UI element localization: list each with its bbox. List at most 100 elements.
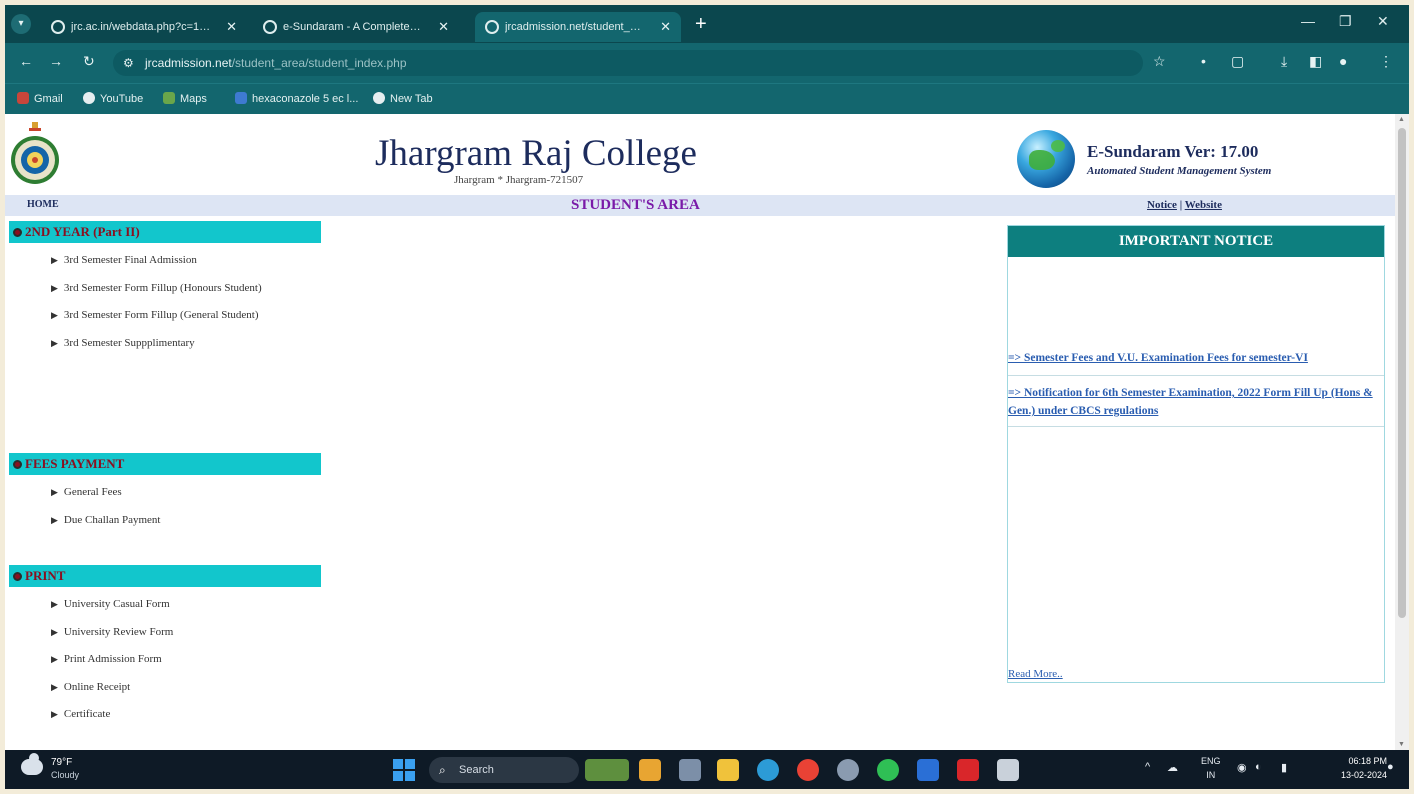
minimize-icon[interactable]: —: [1301, 13, 1315, 29]
restore-icon[interactable]: ❐: [1339, 13, 1352, 30]
new-tab-button[interactable]: +: [695, 14, 707, 34]
sidebar-item-due-challan[interactable]: ▶ Due Challan Payment: [9, 507, 321, 535]
globe-icon: [83, 92, 95, 104]
bullet-icon: [13, 460, 22, 469]
arrow-right-icon: ▶: [51, 282, 58, 293]
widgets-icon[interactable]: [585, 759, 629, 781]
arrow-right-icon: ▶: [51, 255, 58, 265]
sidebar-item-review-form[interactable]: ▶ University Review Form: [9, 619, 321, 647]
website-link[interactable]: Website: [1185, 199, 1222, 211]
battery-icon[interactable]: ▮: [1281, 761, 1287, 774]
sidebar-item-general-fees[interactable]: ▶ General Fees: [9, 479, 321, 507]
arrow-right-icon: ▶: [51, 487, 58, 497]
side-panel-icon[interactable]: ◧: [1309, 53, 1322, 70]
bookmark-star-icon[interactable]: ☆: [1153, 53, 1166, 70]
sidebar-item-form-fillup-honours[interactable]: ▶ 3rd Semester Form Fillup (Honours Stude…: [9, 275, 299, 303]
section-header: 2ND YEAR (Part II): [9, 221, 321, 243]
edge-icon[interactable]: [757, 759, 779, 781]
tab-student-area[interactable]: jrcadmission.net/student_area ✕: [475, 12, 681, 42]
sidebar-item-casual-form[interactable]: ▶ University Casual Form: [9, 591, 321, 619]
college-address: Jhargram * Jhargram-721507: [454, 174, 584, 186]
notice-link[interactable]: Notice: [1147, 199, 1177, 211]
windows-start-icon[interactable]: [393, 759, 415, 781]
weather-widget[interactable]: 79°F Cloudy: [21, 753, 111, 785]
sidebar-item-supplementary[interactable]: ▶ 3rd Semester Suppplimentary: [9, 330, 321, 358]
close-icon[interactable]: ✕: [438, 12, 449, 42]
tab-title: jrcadmission.net/student_area: [505, 21, 645, 33]
bookmark-new-tab[interactable]: New Tab: [373, 92, 433, 105]
weather-condition: Cloudy: [51, 770, 80, 780]
volume-icon[interactable]: ◐: [1255, 761, 1262, 773]
section-header: PRINT: [9, 565, 321, 587]
app-icon[interactable]: [639, 759, 661, 781]
sidebar-item-final-admission[interactable]: ▶ 3rd Semester Final Admission: [9, 247, 321, 275]
sidebar-item-online-receipt[interactable]: ▶ Online Receipt: [9, 674, 321, 702]
close-icon[interactable]: ✕: [660, 12, 671, 42]
notice-item[interactable]: => Semester Fees and V.U. Examination Fe…: [1008, 349, 1384, 367]
close-icon[interactable]: ✕: [226, 12, 237, 42]
system-clock[interactable]: 06:18 PM 13-02-2024: [1341, 754, 1387, 782]
maps-icon: [163, 92, 175, 104]
sidebar-section-2nd-year: 2ND YEAR (Part II) ▶ 3rd Semester Final A…: [9, 221, 321, 441]
bookmark-youtube[interactable]: YouTube: [83, 92, 143, 105]
bookmark-hexaconazole[interactable]: hexaconazole 5 ec l...: [235, 92, 358, 105]
taskbar-search[interactable]: ⌕ Search: [429, 757, 579, 783]
store-icon[interactable]: [917, 759, 939, 781]
sidebar-item-form-fillup-general[interactable]: ▶ 3rd Semester Form Fillup (General Stude…: [9, 302, 299, 330]
scroll-down-icon[interactable]: ▼: [1398, 741, 1405, 748]
menu-bar: HOME STUDENT'S AREA Notice | Website: [5, 195, 1395, 216]
extensions-icon[interactable]: ▢: [1231, 53, 1244, 70]
tab-jrc-webdata[interactable]: jrc.ac.in/webdata.php?c=1476: ✕: [41, 12, 247, 42]
tab-search-icon[interactable]: ▾: [11, 14, 31, 34]
wifi-icon[interactable]: ◉: [1237, 761, 1247, 774]
arrow-right-icon: ▶: [51, 654, 58, 664]
chrome-icon[interactable]: [797, 759, 819, 781]
page-viewport: Jhargram Raj College Jhargram * Jhargram…: [5, 114, 1409, 750]
windows-taskbar: 79°F Cloudy ⌕ Search ^ ☁ ENG IN ◉ ◐ ▮ 06:…: [5, 750, 1409, 789]
extension-dot-icon[interactable]: •: [1201, 53, 1206, 69]
home-link[interactable]: HOME: [27, 199, 59, 210]
sidebar-item-print-admission[interactable]: ▶ Print Admission Form: [9, 646, 321, 674]
scroll-up-icon[interactable]: ▲: [1398, 116, 1405, 123]
college-emblem-icon: [11, 122, 59, 184]
address-domain: jrcadmission.net: [145, 56, 232, 70]
profile-avatar-icon[interactable]: ●: [1339, 53, 1347, 69]
read-more-link[interactable]: Read More..: [1008, 668, 1063, 680]
more-menu-icon[interactable]: ⋮: [1379, 53, 1393, 70]
divider: [1008, 426, 1384, 427]
tab-title: jrc.ac.in/webdata.php?c=1476:: [71, 21, 211, 33]
reload-icon[interactable]: ↻: [83, 53, 95, 70]
language-indicator[interactable]: ENG IN: [1201, 754, 1221, 782]
notification-bell-icon[interactable]: ●: [1387, 761, 1394, 773]
notice-scroller: => Semester Fees and V.U. Examination Fe…: [1008, 257, 1384, 682]
arrow-right-icon: ▶: [51, 310, 58, 320]
settings-gear-icon[interactable]: [837, 759, 859, 781]
bookmark-maps[interactable]: Maps: [163, 92, 207, 105]
top-links: Notice | Website: [1147, 199, 1222, 211]
sidebar-section-fees: FEES PAYMENT ▶ General Fees ▶ Due Challan …: [9, 453, 321, 565]
arrow-right-icon: ▶: [51, 709, 58, 719]
sidebar-section-print: PRINT ▶ University Casual Form ▶ Universit…: [9, 565, 321, 747]
important-notice-panel: IMPORTANT NOTICE => Semester Fees and V.…: [1007, 225, 1385, 683]
document-app-icon[interactable]: [997, 759, 1019, 781]
close-window-icon[interactable]: ✕: [1377, 13, 1389, 30]
bookmark-gmail[interactable]: Gmail: [17, 92, 63, 105]
site-info-icon[interactable]: ⚙: [123, 50, 134, 76]
page-scrollbar[interactable]: ▲ ▼: [1395, 114, 1409, 750]
divider: [1008, 375, 1384, 376]
cloud-tray-icon[interactable]: ☁: [1167, 761, 1178, 774]
address-bar[interactable]: ⚙ jrcadmission.net/student_area/student_…: [113, 50, 1143, 76]
scrollbar-thumb[interactable]: [1398, 128, 1406, 618]
task-view-icon[interactable]: [679, 759, 701, 781]
forward-icon[interactable]: →: [49, 53, 63, 69]
pdf-reader-icon[interactable]: [957, 759, 979, 781]
tab-esundaram[interactable]: e-Sundaram - A Complete Onl ✕: [253, 12, 459, 42]
whatsapp-icon[interactable]: [877, 759, 899, 781]
file-explorer-icon[interactable]: [717, 759, 739, 781]
download-icon[interactable]: ⤓: [1281, 53, 1287, 70]
sidebar-item-certificate[interactable]: ▶ Certificate: [9, 701, 321, 729]
notice-item[interactable]: => Notification for 6th Semester Examina…: [1008, 384, 1384, 420]
chevron-up-icon[interactable]: ^: [1145, 761, 1150, 773]
bullet-icon: [13, 572, 22, 581]
back-icon[interactable]: ←: [19, 53, 33, 69]
